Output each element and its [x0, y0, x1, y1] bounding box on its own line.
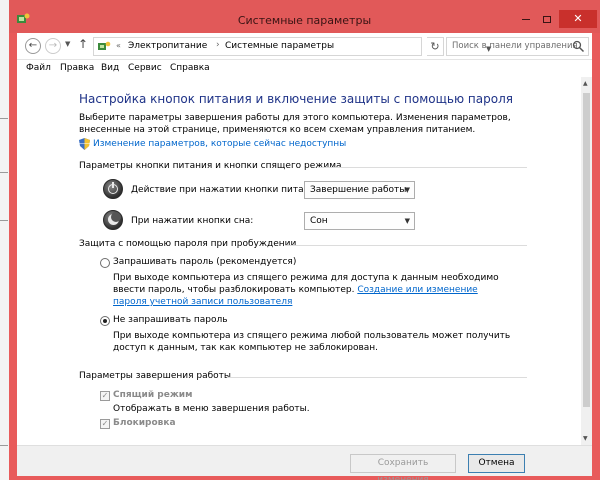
- power-bar: [112, 182, 114, 188]
- breadcrumb-item-power[interactable]: Электропитание: [128, 41, 207, 51]
- sleep-mode-description: Отображать в меню завершения работы.: [113, 404, 310, 414]
- sleep-button-action-value: Сон: [310, 216, 328, 226]
- menu-file[interactable]: Файл: [26, 63, 51, 73]
- checkmark-icon: ✓: [101, 391, 109, 400]
- close-button[interactable]: ✕: [559, 10, 597, 28]
- uac-shield-icon: [79, 138, 90, 150]
- up-button[interactable]: ↑: [78, 37, 88, 51]
- menu-view[interactable]: Вид: [101, 63, 119, 73]
- chevron-right-icon[interactable]: ›: [216, 40, 220, 50]
- chevron-down-icon: ▼: [404, 217, 410, 225]
- require-password-description: При выходе компьютера из спящего режима …: [113, 272, 513, 308]
- recent-locations-button[interactable]: ▼: [65, 40, 70, 48]
- desktop-edge-mark: [0, 445, 8, 446]
- desktop-edge-mark: [0, 220, 8, 221]
- power-buttons-heading: Параметры кнопки питания и кнопки спящег…: [79, 161, 342, 171]
- page-title: Настройка кнопок питания и включение защ…: [79, 92, 513, 106]
- control-panel-icon: [98, 41, 111, 50]
- power-button-icon: [103, 179, 123, 199]
- breadcrumb[interactable]: « Электропитание › Системные параметры ▼: [93, 37, 491, 56]
- section-divider: [285, 245, 527, 246]
- scroll-thumb[interactable]: [583, 93, 590, 407]
- power-button-label: Действие при нажатии кнопки питания:: [131, 185, 324, 195]
- maximize-icon: [543, 15, 551, 23]
- search-icon: [572, 40, 585, 53]
- chevron-down-icon: ▼: [404, 186, 410, 194]
- checkmark-icon: ✓: [101, 419, 109, 428]
- intro-text: Выберите параметры завершения работы для…: [79, 113, 511, 135]
- desktop-edge-mark: [0, 172, 8, 173]
- menu-tools[interactable]: Сервис: [128, 63, 162, 73]
- refresh-icon: ↻: [430, 40, 440, 53]
- require-password-label[interactable]: Запрашивать пароль (рекомендуется): [113, 257, 296, 267]
- no-password-description: При выходе компьютера из спящего режима …: [113, 331, 511, 353]
- arrow-left-icon: ←: [28, 40, 38, 51]
- sleep-mode-label: Спящий режим: [113, 390, 193, 400]
- scroll-up-icon[interactable]: ▲: [583, 80, 588, 87]
- minimize-button[interactable]: [515, 10, 537, 28]
- menu-bar: Файл Правка Вид Сервис Справка: [17, 60, 592, 77]
- radio-selected-dot: [103, 319, 107, 323]
- lock-checkbox[interactable]: ✓: [100, 419, 110, 429]
- arrow-up-icon: ↑: [78, 37, 89, 51]
- password-protection-heading: Защита с помощью пароля при пробуждении: [79, 239, 297, 249]
- sleep-button-action-select[interactable]: Сон ▼: [304, 212, 415, 230]
- control-panel-window: Системные параметры ✕ ← → ▼ ↑ « Электроп…: [9, 0, 600, 480]
- shutdown-settings-heading: Параметры завершения работы: [79, 371, 232, 381]
- menu-help[interactable]: Справка: [170, 63, 210, 73]
- section-divider: [319, 167, 527, 168]
- section-divider: [227, 377, 527, 378]
- no-password-radio[interactable]: [100, 316, 110, 326]
- moon-cutout: [111, 212, 121, 222]
- save-changes-button[interactable]: Сохранить изменения: [350, 454, 456, 480]
- address-toolbar: ← → ▼ ↑ « Электропитание › Системные пар…: [17, 33, 592, 60]
- chevron-down-icon: ▼: [65, 40, 71, 48]
- no-password-label[interactable]: Не запрашивать пароль: [113, 315, 228, 325]
- sleep-button-label: При нажатии кнопки сна:: [131, 216, 254, 226]
- power-button-action-select[interactable]: Завершение работы ▼: [304, 181, 415, 199]
- require-password-radio[interactable]: [100, 258, 110, 268]
- breadcrumb-item-system-settings[interactable]: Системные параметры: [225, 41, 334, 51]
- sleep-mode-checkbox[interactable]: ✓: [100, 391, 110, 401]
- minimize-icon: [522, 18, 530, 20]
- breadcrumb-overflow[interactable]: «: [116, 41, 121, 50]
- scroll-down-icon[interactable]: ▼: [583, 435, 588, 442]
- window-client-area: ← → ▼ ↑ « Электропитание › Системные пар…: [17, 33, 592, 480]
- settings-content: Настройка кнопок питания и включение защ…: [17, 77, 581, 458]
- power-button-action-value: Завершение работы: [310, 185, 407, 195]
- lock-label: Блокировка: [113, 418, 176, 428]
- dialog-button-bar: Сохранить изменения Отмена: [17, 445, 592, 480]
- vertical-scrollbar[interactable]: ▲ ▼: [581, 77, 592, 445]
- arrow-right-icon: →: [48, 40, 58, 51]
- refresh-button[interactable]: ↻: [427, 37, 444, 56]
- close-icon: ✕: [573, 12, 583, 25]
- sleep-button-icon: [103, 210, 123, 230]
- menu-edit[interactable]: Правка: [60, 63, 94, 73]
- title-bar[interactable]: Системные параметры ✕: [9, 0, 600, 33]
- desktop-edge-mark: [0, 118, 8, 119]
- cancel-button[interactable]: Отмена: [468, 454, 525, 473]
- search-input[interactable]: Поиск в панели управления: [446, 37, 589, 56]
- search-placeholder: Поиск в панели управления: [452, 41, 578, 51]
- forward-button[interactable]: →: [45, 38, 61, 54]
- back-button[interactable]: ←: [25, 38, 41, 54]
- window-title: Системные параметры: [237, 14, 372, 27]
- change-unavailable-settings-link[interactable]: Изменение параметров, которые сейчас нед…: [93, 139, 346, 149]
- maximize-button[interactable]: [537, 10, 557, 28]
